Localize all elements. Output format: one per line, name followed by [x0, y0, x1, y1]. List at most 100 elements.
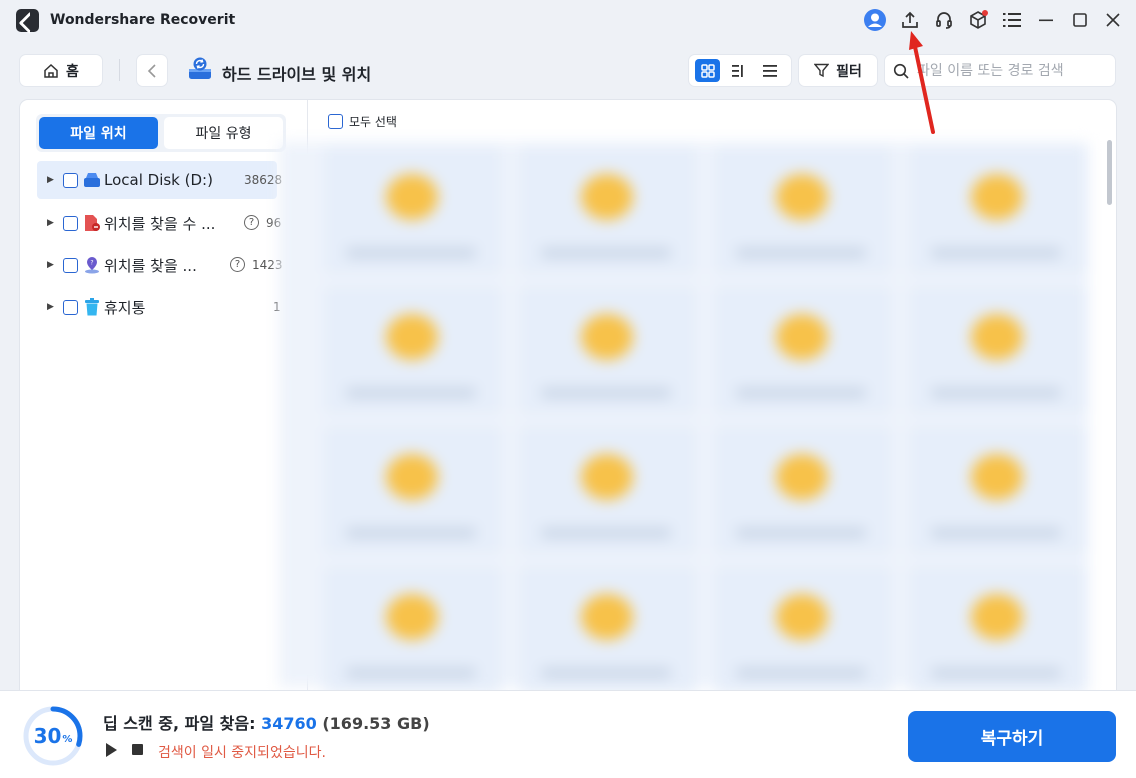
file-name-placeholder [541, 388, 671, 398]
file-name-placeholder [541, 668, 671, 678]
list-icon [762, 64, 777, 77]
blurred-file-grid [279, 142, 1089, 694]
tree-checkbox[interactable] [63, 257, 78, 273]
file-grid-item[interactable] [909, 146, 1087, 274]
detail-view-button[interactable] [726, 59, 751, 82]
tree-item-count: 1423 [252, 258, 283, 272]
expand-caret-icon[interactable]: ▶ [47, 175, 61, 185]
file-grid-item[interactable] [519, 146, 697, 274]
file-grid-item[interactable] [714, 426, 892, 554]
recover-button[interactable]: 복구하기 [908, 711, 1116, 762]
file-grid-item[interactable] [909, 426, 1087, 554]
tree-checkbox[interactable] [63, 299, 78, 315]
help-icon[interactable]: ? [230, 257, 245, 272]
folder-icon [386, 454, 438, 500]
file-name-placeholder [346, 528, 476, 538]
grid-view-button[interactable] [695, 59, 720, 82]
folder-icon [581, 594, 633, 640]
minimize-icon[interactable] [1034, 9, 1058, 31]
tree-item-count: 38628 [244, 173, 283, 187]
file-grid-pane: 모두 선택 [279, 100, 1116, 700]
main-panel: 파일 위치 파일 유형 ▶ Local Disk (D:) 38628 ▶ 위치… [20, 100, 1116, 700]
close-icon[interactable] [1101, 9, 1125, 31]
file-name-placeholder [541, 528, 671, 538]
account-icon[interactable] [863, 9, 887, 31]
tree-item-lost-location[interactable]: ▶ ? 위치를 찾을 ... ? 1423 [37, 246, 283, 284]
home-label: 홈 [66, 63, 79, 80]
folder-icon [971, 174, 1023, 220]
lost-file-icon [83, 214, 101, 232]
tree-checkbox[interactable] [63, 215, 78, 231]
progress-value: 30 [33, 724, 62, 748]
vertical-scrollbar[interactable] [1107, 140, 1112, 205]
location-sidebar: 파일 위치 파일 유형 ▶ Local Disk (D:) 38628 ▶ 위치… [20, 100, 308, 700]
maximize-icon[interactable] [1068, 9, 1092, 31]
home-button[interactable]: 홈 [20, 55, 102, 86]
tree-item-label: Local Disk (D:) [104, 171, 213, 189]
file-name-placeholder [931, 248, 1061, 258]
page-title: 하드 드라이브 및 위치 [222, 65, 372, 84]
filter-label: 필터 [836, 63, 862, 80]
folder-icon [971, 594, 1023, 640]
file-grid-item[interactable] [519, 426, 697, 554]
help-icon[interactable]: ? [244, 215, 259, 230]
tab-file-type[interactable]: 파일 유형 [164, 117, 283, 149]
file-name-placeholder [736, 528, 866, 538]
tab-file-location[interactable]: 파일 위치 [39, 117, 158, 149]
file-grid-item[interactable] [324, 286, 502, 414]
files-found-size: (169.53 GB) [322, 714, 430, 733]
select-all-checkbox[interactable] [328, 114, 343, 129]
file-grid-item[interactable] [519, 566, 697, 694]
file-name-placeholder [736, 668, 866, 678]
file-grid-item[interactable] [519, 286, 697, 414]
trash-icon [83, 298, 101, 316]
file-name-placeholder [346, 668, 476, 678]
file-grid-item[interactable] [909, 286, 1087, 414]
search-icon [893, 63, 909, 79]
toolbar-divider [119, 59, 120, 81]
file-grid-item[interactable] [714, 566, 892, 694]
select-all-label: 모두 선택 [349, 115, 397, 129]
folder-icon [386, 594, 438, 640]
cube-icon[interactable] [966, 9, 990, 31]
headset-support-icon[interactable] [932, 9, 956, 31]
menu-list-icon[interactable] [1000, 9, 1024, 31]
tree-item-lost-file[interactable]: ▶ 위치를 찾을 수 ... ? 96 [37, 204, 281, 242]
folder-icon [776, 454, 828, 500]
scan-paused-message: 검색이 일시 중지되었습니다. [158, 745, 326, 761]
expand-caret-icon[interactable]: ▶ [47, 260, 61, 270]
expand-caret-icon[interactable]: ▶ [47, 218, 61, 228]
back-button[interactable] [137, 55, 167, 86]
file-grid-item[interactable] [909, 566, 1087, 694]
search-input[interactable] [917, 62, 1107, 79]
file-grid-item[interactable] [324, 566, 502, 694]
sidebar-tabs: 파일 위치 파일 유형 [36, 114, 286, 152]
filter-button[interactable]: 필터 [799, 55, 877, 86]
resume-play-icon[interactable] [106, 743, 117, 757]
folder-icon [776, 174, 828, 220]
folder-icon [776, 314, 828, 360]
tree-item-label: 휴지통 [104, 298, 146, 317]
detail-list-icon [731, 64, 743, 77]
file-grid-item[interactable] [324, 426, 502, 554]
expand-caret-icon[interactable]: ▶ [47, 302, 61, 312]
upload-icon[interactable] [898, 9, 922, 31]
file-grid-item[interactable] [714, 286, 892, 414]
file-grid-item[interactable] [324, 146, 502, 274]
file-name-placeholder [736, 248, 866, 258]
file-name-placeholder [931, 528, 1061, 538]
tree-checkbox[interactable] [63, 172, 78, 188]
app-logo-icon [16, 9, 39, 32]
bottom-bar: 30% 딥 스캔 중, 파일 찾음: 34760 (169.53 GB) 검색이… [0, 690, 1136, 778]
tree-item-trash[interactable]: ▶ 휴지통 1 [37, 288, 281, 326]
folder-icon [971, 454, 1023, 500]
folder-icon [581, 314, 633, 360]
disk-icon [83, 171, 101, 189]
filter-icon [814, 63, 830, 78]
file-grid-item[interactable] [714, 146, 892, 274]
stop-icon[interactable] [132, 744, 143, 755]
select-all[interactable]: 모두 선택 [328, 113, 397, 130]
tree-item-local-disk[interactable]: ▶ Local Disk (D:) 38628 [37, 161, 282, 199]
tree-item-label: 위치를 찾을 수 ... [104, 214, 216, 233]
list-view-button[interactable] [757, 59, 782, 82]
